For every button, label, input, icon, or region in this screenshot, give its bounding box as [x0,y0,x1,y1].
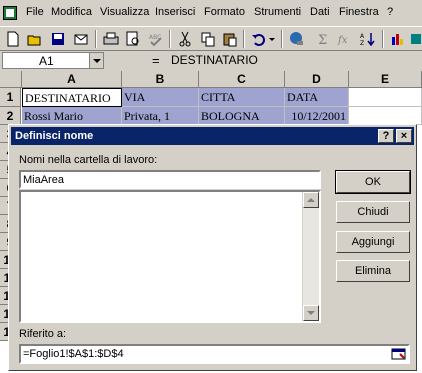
formula-equals-sign[interactable]: = [152,53,160,68]
cell-a2[interactable]: Rossi Mario [22,107,122,125]
svg-text:Σ: Σ [318,33,327,47]
names-listbox[interactable] [19,190,321,323]
scroll-down-icon[interactable] [303,305,319,321]
toolbar-separator [382,30,384,48]
menu-help[interactable]: ? [387,6,393,18]
paste-icon[interactable] [222,31,238,47]
close-button[interactable]: Chiudi [336,201,410,223]
svg-text:A: A [360,33,365,40]
undo-dropdown-icon[interactable] [268,31,276,47]
cut-icon[interactable] [177,31,193,47]
menu-visualizza[interactable]: Visualizza [100,6,149,18]
reference-input[interactable]: =Foglio1!$A$1:$D$4 [19,344,410,364]
print-preview-icon[interactable] [125,31,141,47]
svg-text:fx: fx [337,35,348,46]
excel-app-icon[interactable] [3,6,17,20]
delete-button[interactable]: Elimina [336,260,410,282]
autosum-icon[interactable]: Σ [315,31,331,48]
menu-dati[interactable]: Dati [310,6,330,18]
cell-c2[interactable]: BOLOGNA [199,107,285,125]
menu-file[interactable]: File [26,6,44,18]
new-icon[interactable] [5,31,21,47]
menu-formato[interactable]: Formato [204,6,245,18]
save-icon[interactable] [50,31,66,47]
select-all-corner[interactable] [0,71,22,88]
hyperlink-icon[interactable] [289,31,305,47]
name-box-value: A1 [39,54,54,68]
cell-a1[interactable]: DESTINATARIO [22,88,122,107]
scroll-up-icon[interactable] [303,192,319,208]
column-header-c[interactable]: C [199,71,285,88]
column-header-a[interactable]: A [22,71,122,88]
define-name-dialog: Definisci nome ? × Nomi nella cartella d… [8,124,417,371]
map-icon[interactable] [410,31,422,47]
cell-b1[interactable]: VIA [122,88,199,107]
toolbar-separator [281,30,283,48]
collapse-dialog-icon[interactable] [391,347,407,361]
add-button[interactable]: Aggiungi [336,231,410,253]
chevron-down-icon[interactable] [89,53,103,68]
reference-input-value: =Foglio1!$A$1:$D$4 [23,348,124,360]
chart-wizard-icon[interactable] [390,31,406,47]
dialog-title: Definisci nome [15,130,94,142]
formula-bar: A1 = DESTINATARIO [0,51,422,71]
column-header-e[interactable]: E [349,71,422,88]
ref-label: Riferito a: [19,328,67,340]
cell-e1[interactable] [349,88,422,107]
toolbar-separator [95,30,97,48]
column-header-b[interactable]: B [122,71,199,88]
row-header[interactable]: 1 [0,88,21,107]
name-box[interactable]: A1 [2,52,104,69]
name-input-value: MiaArea [23,174,64,186]
spelling-icon[interactable]: ABC [148,31,164,47]
menu-inserisci[interactable]: Inserisci [155,6,195,18]
cell-d1[interactable]: DATA [285,88,349,107]
names-label: Nomi nella cartella di lavoro: [19,154,158,166]
column-header-d[interactable]: D [285,71,349,88]
standard-toolbar: ABC Σ fx AZ [0,26,422,51]
toolbar-separator [169,30,171,48]
row-header[interactable]: 2 [0,107,21,125]
close-icon[interactable]: × [396,129,412,143]
cell-b2[interactable]: Privata, 1 [122,107,199,125]
menu-modifica[interactable]: Modifica [51,6,92,18]
listbox-scrollbar[interactable] [302,192,319,321]
open-icon[interactable] [27,31,43,47]
print-icon[interactable] [103,31,119,47]
toolbar-separator [243,30,245,48]
cell-e2[interactable] [349,107,422,125]
formula-input[interactable]: DESTINATARIO [171,53,258,67]
menu-finestra[interactable]: Finestra [339,6,379,18]
ok-button[interactable]: OK [335,170,411,194]
cell-d2[interactable]: 10/12/2001 [285,107,349,125]
menu-strumenti[interactable]: Strumenti [254,6,301,18]
menu-bar: File Modifica Visualizza Inserisci Forma… [0,0,422,26]
dialog-titlebar[interactable]: Definisci nome ? × [11,127,414,145]
mail-icon[interactable] [73,31,89,47]
copy-icon[interactable] [200,31,216,47]
name-input[interactable]: MiaArea [19,170,321,189]
help-button[interactable]: ? [378,129,394,143]
svg-text:Z: Z [360,40,364,47]
sort-ascending-icon[interactable]: AZ [360,31,376,47]
cell-c1[interactable]: CITTA [199,88,285,107]
undo-icon[interactable] [251,31,267,47]
function-icon[interactable]: fx [337,31,353,47]
